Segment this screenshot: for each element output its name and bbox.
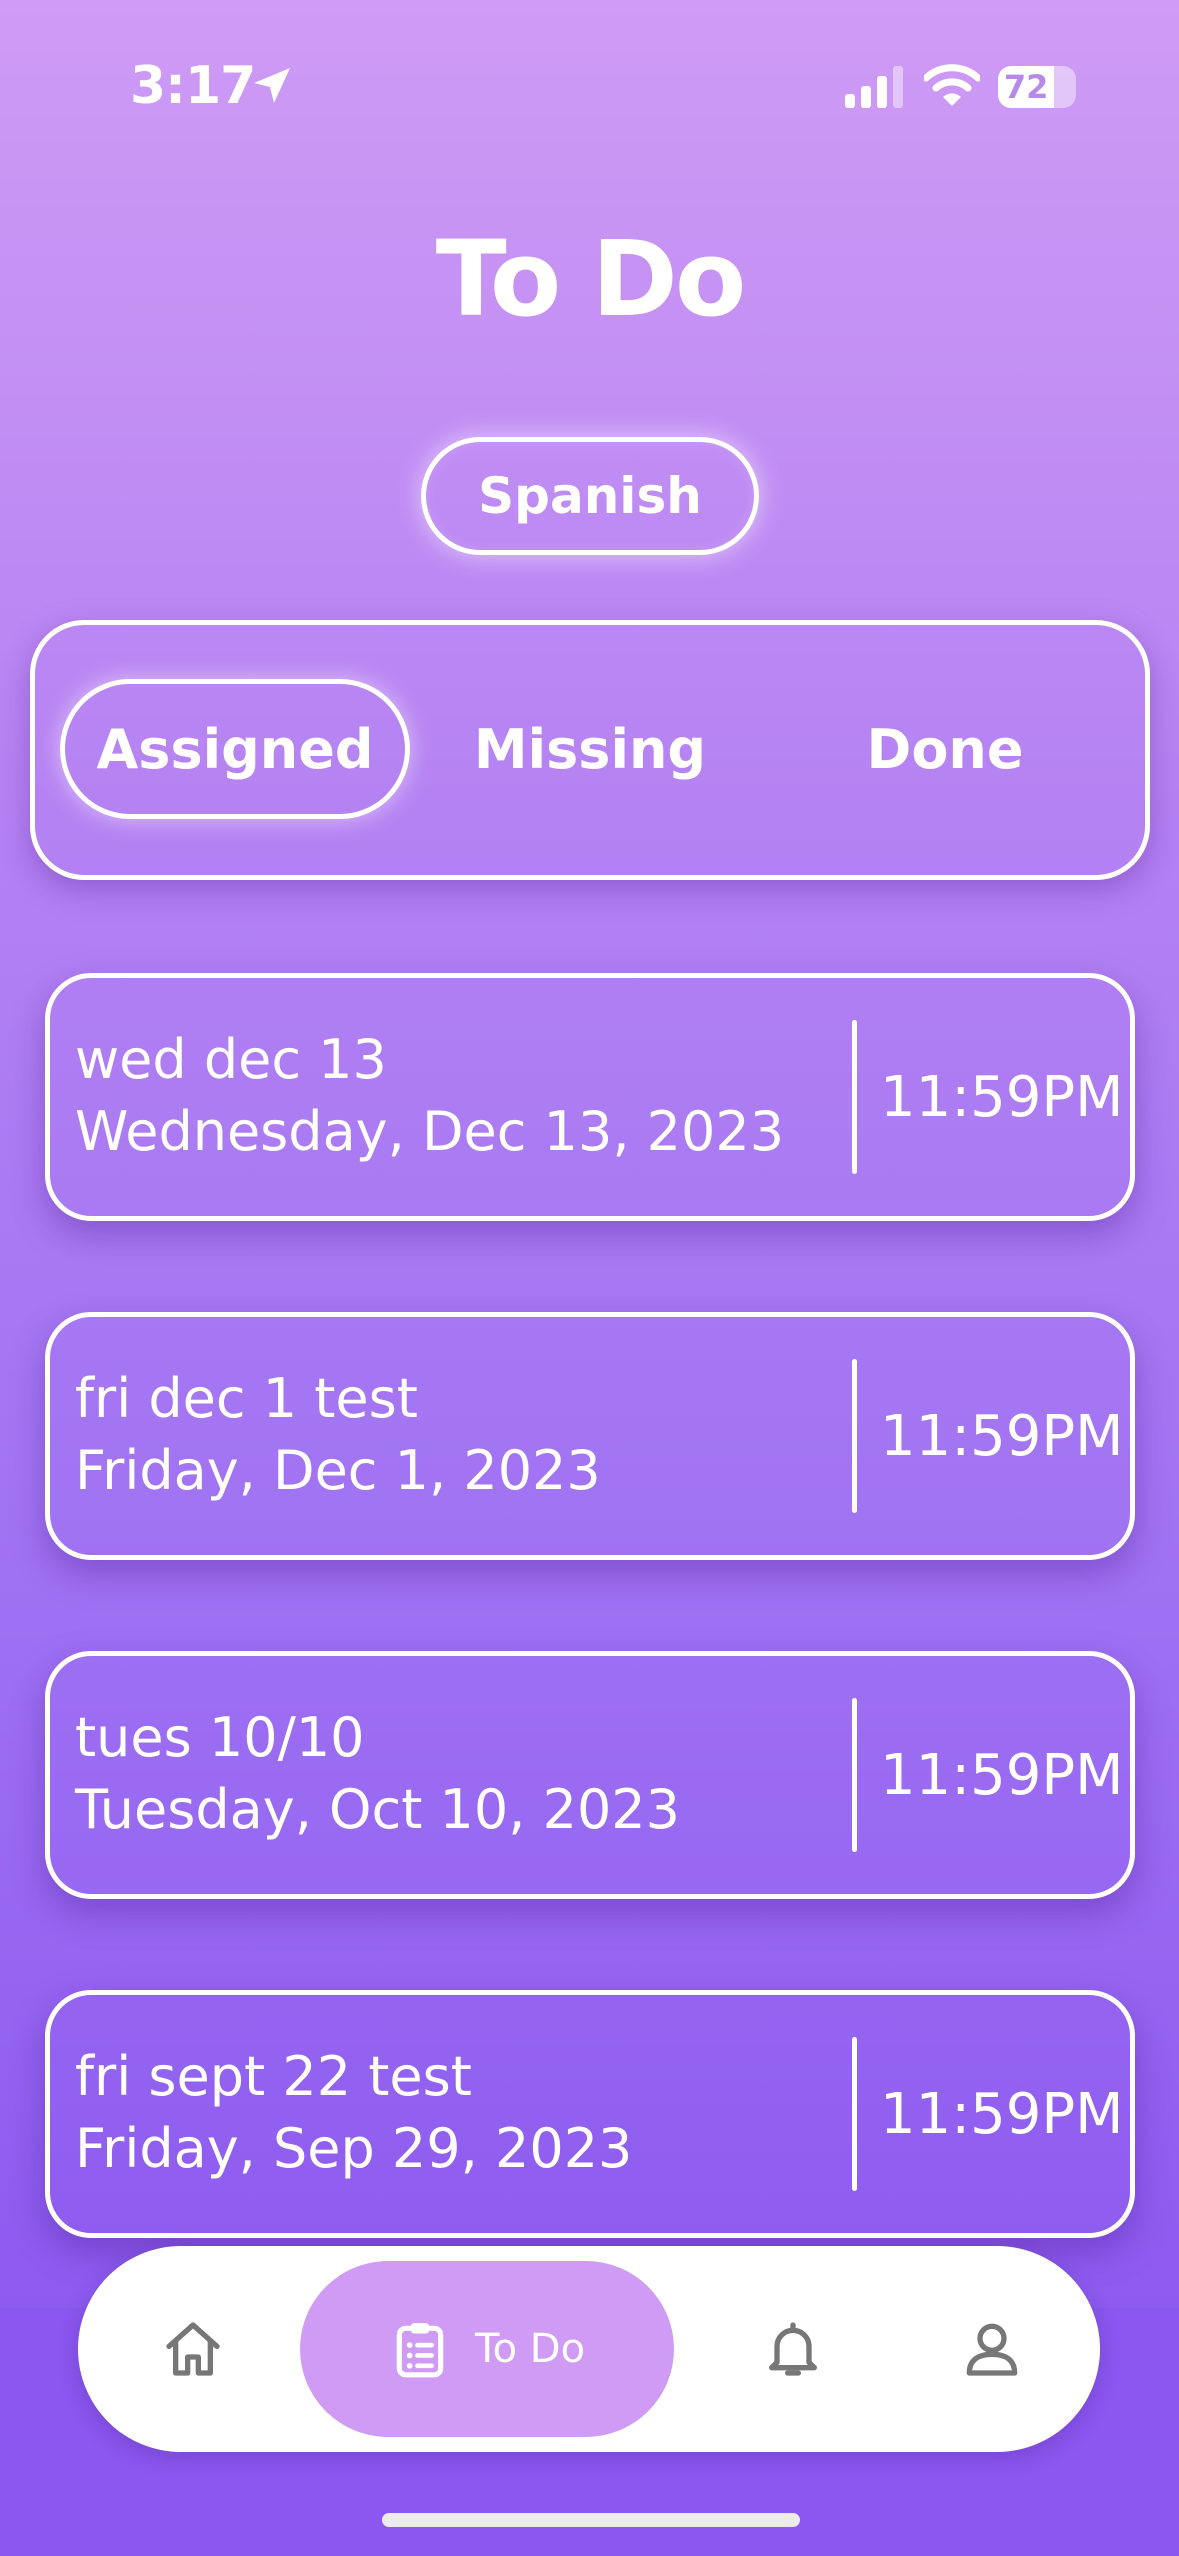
home-indicator[interactable]	[382, 2513, 800, 2527]
assignment-due-time: 11:59PM	[880, 1403, 1124, 1469]
assignment-due-date: Tuesday, Oct 10, 2023	[75, 1778, 681, 1841]
assignment-card[interactable]: tues 10/10 Tuesday, Oct 10, 2023 11:59PM	[45, 1651, 1135, 1899]
profile-icon	[966, 2323, 1018, 2376]
nav-profile-button[interactable]	[942, 2299, 1042, 2399]
assignment-due-date: Friday, Sep 29, 2023	[75, 2117, 633, 2180]
nav-home-button[interactable]	[143, 2299, 243, 2399]
battery-icon: 72	[998, 66, 1076, 108]
card-divider	[852, 2037, 857, 2191]
status-time: 3:17	[130, 56, 256, 116]
bell-icon	[769, 2322, 817, 2376]
assignment-card[interactable]: fri dec 1 test Friday, Dec 1, 2023 11:59…	[45, 1312, 1135, 1560]
subject-selector-button[interactable]: Spanish	[421, 437, 759, 555]
assignment-name: wed dec 13	[75, 1028, 387, 1091]
assignment-name: fri dec 1 test	[75, 1367, 418, 1430]
assignment-due-date: Wednesday, Dec 13, 2023	[75, 1100, 785, 1163]
cellular-signal-icon	[845, 66, 903, 108]
assignment-name: fri sept 22 test	[75, 2045, 472, 2108]
card-divider	[852, 1698, 857, 1852]
card-divider	[852, 1020, 857, 1174]
assignment-due-time: 11:59PM	[880, 2081, 1124, 2147]
home-icon	[166, 2322, 220, 2376]
nav-todo-label: To Do	[474, 2326, 586, 2372]
page-title: To Do	[435, 218, 747, 340]
assignment-due-time: 11:59PM	[880, 1742, 1124, 1808]
clipboard-list-icon	[396, 2323, 444, 2378]
assignment-due-time: 11:59PM	[880, 1064, 1124, 1130]
location-arrow-icon	[254, 68, 290, 103]
tab-assigned[interactable]: Assigned	[60, 679, 410, 819]
assignment-card[interactable]: wed dec 13 Wednesday, Dec 13, 2023 11:59…	[45, 973, 1135, 1221]
nav-todo-button[interactable]: To Do	[300, 2261, 674, 2437]
nav-notifications-button[interactable]	[743, 2299, 843, 2399]
card-divider	[852, 1359, 857, 1513]
assignment-card[interactable]: fri sept 22 test Friday, Sep 29, 2023 11…	[45, 1990, 1135, 2238]
assignment-due-date: Friday, Dec 1, 2023	[75, 1439, 601, 1502]
tab-missing[interactable]: Missing	[440, 679, 740, 819]
bottom-tab-bar: To Do	[78, 2246, 1100, 2452]
battery-level: 72	[1003, 68, 1049, 106]
wifi-icon	[924, 64, 980, 106]
tab-done[interactable]: Done	[820, 679, 1070, 819]
assignment-name: tues 10/10	[75, 1706, 365, 1769]
